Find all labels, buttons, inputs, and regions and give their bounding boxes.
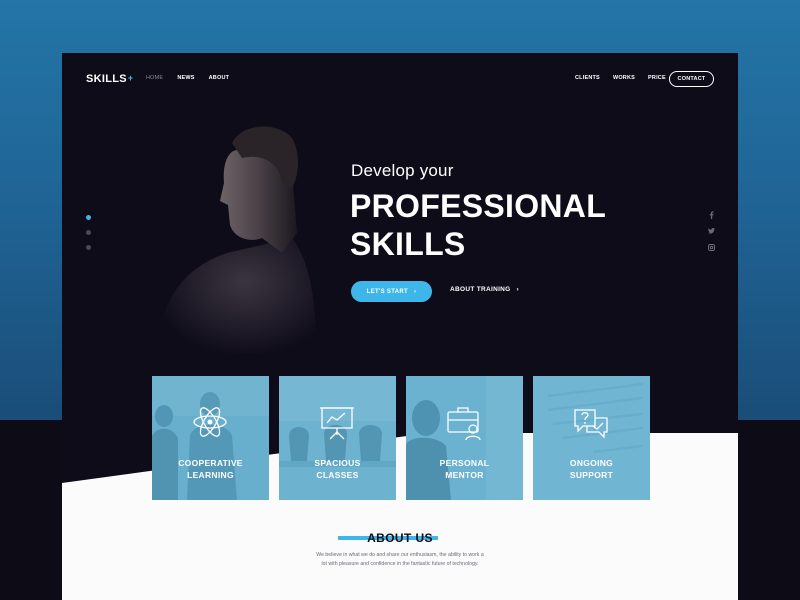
presentation-board-icon: [320, 407, 354, 440]
chevron-right-icon: ›: [516, 286, 519, 293]
nav-news[interactable]: NEWS: [177, 75, 194, 81]
chevron-right-icon: ›: [413, 288, 417, 295]
slider-dot-1[interactable]: [86, 215, 91, 220]
instagram-icon[interactable]: [707, 243, 715, 251]
lets-start-button[interactable]: LET'S START ›: [351, 281, 432, 302]
card-spacious-classes[interactable]: SPACIOUS CLASSES: [279, 376, 396, 500]
slider-dot-3[interactable]: [86, 245, 91, 250]
website-page: SKILLS+ HOME NEWS ABOUT CLIENTS WORKS PR…: [62, 53, 738, 600]
card-label-line2: SUPPORT: [569, 470, 614, 480]
about-title: ABOUT US: [367, 531, 433, 545]
card-label-line2: CLASSES: [316, 470, 359, 480]
hero-title-line2: SKILLS: [350, 226, 466, 262]
hero-portrait: [157, 126, 317, 363]
card-label-line1: COOPERATIVE: [178, 458, 243, 468]
chat-bubbles-icon: [574, 409, 608, 439]
nav-right: CLIENTS WORKS PRICE: [575, 75, 666, 81]
card-personal-mentor[interactable]: PERSONAL MENTOR: [406, 376, 523, 500]
card-label: PERSONAL MENTOR: [406, 457, 523, 481]
nav-clients[interactable]: CLIENTS: [575, 75, 600, 81]
about-text-line1: We believe in what we do and share our e…: [316, 552, 484, 558]
card-label-line2: MENTOR: [445, 470, 484, 480]
slider-dot-2[interactable]: [86, 230, 91, 235]
facebook-icon[interactable]: [707, 211, 715, 219]
lets-start-label: LET'S START: [366, 288, 408, 295]
card-label-line1: SPACIOUS: [314, 458, 361, 468]
card-label: COOPERATIVE LEARNING: [152, 457, 269, 481]
twitter-icon[interactable]: [707, 227, 715, 235]
card-label-line2: LEARNING: [187, 470, 234, 480]
hero-title-line1: PROFESSIONAL: [350, 188, 607, 224]
nav-home[interactable]: HOME: [146, 75, 163, 81]
about-training-label: ABOUT TRAINING: [450, 286, 511, 293]
about-training-link[interactable]: ABOUT TRAINING ›: [450, 286, 519, 293]
nav-about[interactable]: ABOUT: [209, 75, 230, 81]
hero-title: PROFESSIONAL SKILLS: [350, 187, 606, 263]
hero-subtitle: Develop your: [351, 161, 454, 180]
brand-logo[interactable]: SKILLS+: [86, 73, 133, 85]
about-heading: ABOUT US: [62, 529, 738, 547]
card-label-line1: ONGOING: [569, 458, 614, 468]
brand-name: SKILLS: [86, 73, 127, 85]
card-label-line1: PERSONAL: [439, 458, 490, 468]
card-ongoing-support[interactable]: ONGOING SUPPORT: [533, 376, 650, 500]
nav-price[interactable]: PRICE: [648, 75, 666, 81]
card-label: SPACIOUS CLASSES: [279, 457, 396, 481]
card-cooperative-learning[interactable]: COOPERATIVE LEARNING: [152, 376, 269, 500]
contact-button[interactable]: CONTACT: [669, 71, 714, 87]
about-text-line2: lot with pleasure and confidence in the …: [321, 561, 479, 567]
about-description: We believe in what we do and share our e…: [310, 551, 490, 569]
briefcase-mentor-icon: [447, 407, 481, 441]
brand-plus-mark: +: [127, 73, 134, 83]
nav-left: HOME NEWS ABOUT: [146, 75, 229, 81]
card-label: ONGOING SUPPORT: [533, 457, 650, 481]
nav-works[interactable]: WORKS: [613, 75, 635, 81]
atom-icon: [193, 407, 227, 437]
